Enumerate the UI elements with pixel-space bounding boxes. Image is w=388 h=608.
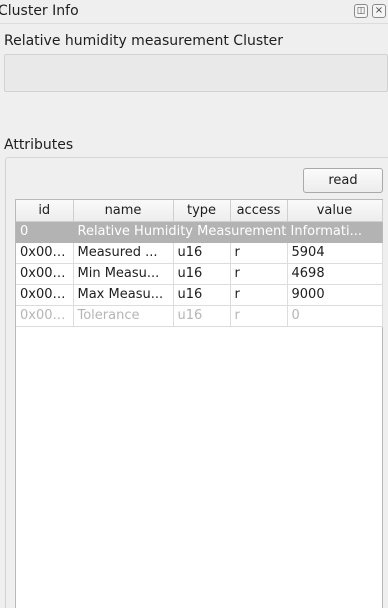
column-header-type[interactable]: type [173,200,231,222]
table-row[interactable]: 0x0001 Min Measu... u16 r 4698 [16,263,383,285]
column-header-name[interactable]: name [73,200,174,222]
column-header-access[interactable]: access [230,200,288,222]
attribute-set-id: 0 [16,221,74,243]
cell-access: r [230,284,288,306]
attributes-table[interactable]: id name type access value 0 Relative Hum… [15,199,383,608]
cell-name: Max Measu... [73,284,174,306]
float-icon[interactable]: ◫ [354,4,368,18]
cell-name: Tolerance [73,305,174,327]
cell-access: r [230,242,288,264]
read-button[interactable]: read [303,168,383,193]
cell-value: 0 [287,305,383,327]
attribute-set-row[interactable]: 0 Relative Humidity Measurement Informat… [16,221,382,243]
cell-access: r [230,305,288,327]
cell-type: u16 [173,242,231,264]
cell-name: Measured ... [73,242,174,264]
cell-id: 0x0002 [16,284,74,306]
table-row[interactable]: 0x0000 Measured ... u16 r 5904 [16,242,383,264]
cell-id: 0x0000 [16,242,74,264]
cell-type: u16 [173,263,231,285]
cell-value[interactable]: 9000 [287,284,383,306]
close-icon[interactable]: × [372,4,386,18]
cell-access: r [230,263,288,285]
cluster-name-label: Relative humidity measurement Cluster [4,33,283,49]
panel-titlebar: Cluster Info ◫ × [0,0,388,24]
column-header-value[interactable]: value [287,200,383,222]
cell-id: 0x0001 [16,263,74,285]
attribute-set-name: Relative Humidity Measurement Informati.… [73,221,382,243]
cell-name: Min Measu... [73,263,174,285]
cluster-description-box [4,54,388,92]
table-header-row: id name type access value [16,200,383,222]
cell-type: u16 [173,284,231,306]
cell-value[interactable]: 5904 [287,242,383,264]
table-row[interactable]: 0x0002 Max Measu... u16 r 9000 [16,284,383,306]
table-row-disabled: 0x0003 Tolerance u16 r 0 [16,305,383,327]
cell-id: 0x0003 [16,305,74,327]
cell-value[interactable]: 4698 [287,263,383,285]
panel-title: Cluster Info [0,3,79,19]
attributes-group-title: Attributes [4,137,74,153]
column-header-id[interactable]: id [16,200,74,222]
cell-type: u16 [173,305,231,327]
